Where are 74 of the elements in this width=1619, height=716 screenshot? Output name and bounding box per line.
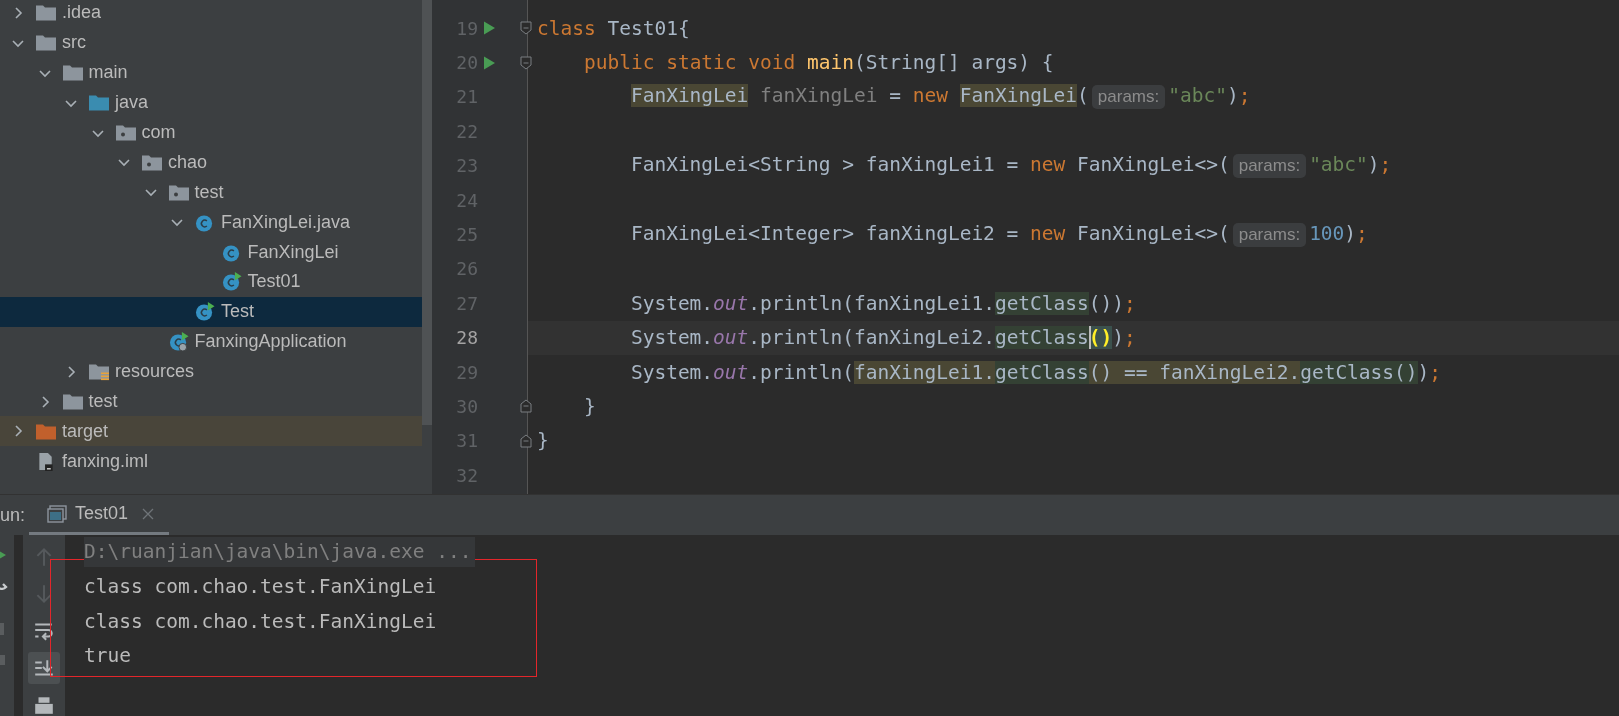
code-token: FanXingLei [959, 84, 1078, 108]
tree-item[interactable]: FanXingLei [0, 237, 422, 267]
run-panel-label: un: [0, 504, 27, 526]
tree-item[interactable]: java [0, 87, 422, 118]
code-token: "abc" [1309, 153, 1368, 177]
code-token: FanXingLei<>( [1077, 153, 1230, 177]
code-token: ; [1379, 153, 1392, 177]
code-token: System. [630, 360, 714, 384]
console-output-line: class com.chao.test.FanXingLei [84, 608, 438, 635]
tree-item[interactable]: target [0, 416, 422, 447]
code-token: ; [1356, 222, 1368, 246]
code-token: out [713, 360, 749, 384]
code-token: new [1030, 153, 1066, 177]
code-token: ) [1344, 222, 1357, 246]
tree-item[interactable]: Test01 [0, 267, 422, 297]
tree-item[interactable]: test [0, 177, 422, 208]
code-token: ) [1226, 84, 1239, 108]
code-token: System. [630, 291, 714, 315]
code-token: () [1088, 326, 1113, 350]
code-token: FanXingLei<>( [1077, 222, 1230, 246]
code-token: .println(fanXingLei1. [748, 291, 995, 315]
code-token: System. [630, 326, 714, 350]
line-number: 28 [455, 327, 478, 349]
tree-item[interactable]: .idea [0, 0, 422, 28]
code-token: (String[] args) { [854, 51, 1054, 75]
code-token: ; [1124, 326, 1136, 350]
code-token: class [537, 16, 596, 40]
code-token: = [889, 84, 902, 108]
code-token: FanXingLei<String > fanXingLei1 = [630, 153, 1020, 177]
code-token: new [1030, 222, 1066, 246]
code-token: ()) [1088, 291, 1125, 315]
code-token: fanXingLei1. [854, 360, 995, 384]
code-token: main [807, 51, 854, 75]
tree-item[interactable]: resources [0, 356, 422, 387]
code-token: ; [1238, 84, 1251, 108]
console-output-line: true [84, 643, 132, 669]
code-token: 100 [1309, 222, 1345, 246]
code-token: out [713, 326, 749, 350]
code-token: "abc" [1168, 84, 1227, 108]
tree-item[interactable]: fanxing.iml [0, 446, 422, 477]
code-token: getClass [994, 326, 1089, 350]
code-token: ( [1077, 84, 1089, 108]
tree-item[interactable]: src [0, 27, 422, 58]
code-token: getClass [994, 291, 1089, 315]
parameter-hint: params: [1232, 223, 1307, 248]
code-token: .println( [748, 360, 854, 384]
code-token: ) [1367, 153, 1380, 177]
code-token: ; [1124, 291, 1136, 315]
tree-item[interactable]: FanxingApplication [0, 326, 422, 357]
code-token: ) [1112, 326, 1125, 350]
code-token: out [713, 291, 749, 315]
code-token: FanXingLei [630, 84, 749, 108]
tree-item[interactable]: Test [0, 296, 422, 327]
code-token: getClass() [1300, 360, 1418, 384]
code-token: ; [1429, 360, 1442, 384]
code-token: FanXingLei<Integer> fanXingLei2 = [630, 222, 1020, 246]
tree-item[interactable]: chao [0, 147, 422, 178]
code-token: } [583, 395, 596, 418]
code-token: Test01{ [607, 16, 690, 40]
tree-item[interactable]: test [0, 386, 422, 417]
tree-item[interactable]: main [0, 57, 422, 88]
tree-item[interactable]: com [0, 117, 422, 148]
tree-item[interactable]: FanXingLei.java [0, 207, 422, 238]
code-token: new [912, 84, 949, 108]
parameter-hint: params: [1091, 85, 1166, 110]
code-token: .println(fanXingLei2. [748, 326, 995, 350]
code-token: public static void [583, 51, 797, 75]
code-token: getClass [994, 360, 1089, 384]
code-token: fanXingLei [760, 84, 878, 108]
code-token: () == fanXingLei2. [1088, 360, 1301, 384]
code-token: } [537, 429, 549, 453]
console-output-line: class com.chao.test.FanXingLei [84, 574, 438, 600]
parameter-hint: params: [1232, 154, 1307, 179]
code-token: ) [1417, 360, 1430, 384]
